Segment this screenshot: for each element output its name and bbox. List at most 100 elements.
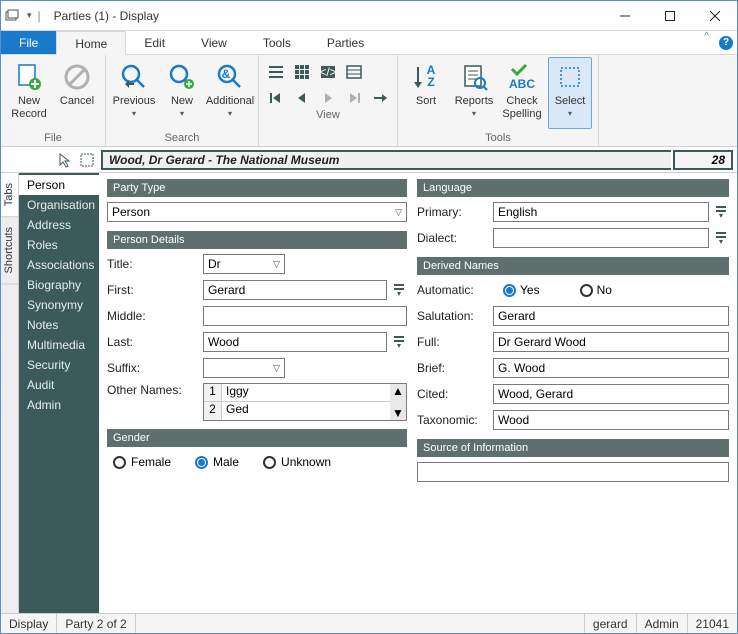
- sort-button[interactable]: AZ Sort: [404, 57, 448, 129]
- side-tab-tabs[interactable]: Tabs: [1, 173, 18, 217]
- nav-item-notes[interactable]: Notes: [19, 315, 99, 335]
- svg-text:&: &: [222, 67, 231, 81]
- view-list-icon[interactable]: [265, 61, 287, 83]
- additional-search-button[interactable]: & Additional▾: [208, 57, 252, 129]
- dialect-lookup-icon[interactable]: [713, 228, 729, 248]
- first-field[interactable]: [203, 280, 387, 300]
- suffix-combo[interactable]: ▽: [203, 358, 285, 378]
- minimize-button[interactable]: [602, 1, 647, 30]
- parties-tab[interactable]: Parties: [309, 31, 382, 54]
- other-names-label: Other Names:: [107, 383, 199, 397]
- primary-lookup-icon[interactable]: [713, 202, 729, 222]
- ribbon-group-search-label: Search: [112, 132, 252, 146]
- window-title: Parties (1) - Display: [48, 9, 602, 23]
- ribbon-tabs: File Home Edit View Tools Parties ^ ?: [1, 31, 737, 55]
- brief-label: Brief:: [417, 361, 489, 375]
- nav-item-biography[interactable]: Biography: [19, 275, 99, 295]
- first-lookup-icon[interactable]: [391, 280, 407, 300]
- list-item[interactable]: 2Ged: [204, 402, 390, 420]
- ribbon-group-tools-label: Tools: [404, 132, 592, 146]
- gender-female[interactable]: Female: [113, 455, 171, 469]
- full-label: Full:: [417, 335, 489, 349]
- new-search-button[interactable]: New▾: [160, 57, 204, 129]
- nav-item-multimedia[interactable]: Multimedia: [19, 335, 99, 355]
- close-button[interactable]: [692, 1, 737, 30]
- nav-item-synonymy[interactable]: Synonymy: [19, 295, 99, 315]
- view-page-icon[interactable]: </>: [317, 61, 339, 83]
- status-version: 21041: [688, 614, 737, 633]
- main-area: Tabs Shortcuts Person Organisation Addre…: [1, 173, 737, 613]
- nav-item-associations[interactable]: Associations: [19, 255, 99, 275]
- svg-text:ABC: ABC: [509, 77, 535, 91]
- taxonomic-field[interactable]: [493, 410, 729, 430]
- ribbon-group-file-label: File: [7, 132, 99, 146]
- nav-item-admin[interactable]: Admin: [19, 395, 99, 415]
- view-details-icon[interactable]: [343, 61, 365, 83]
- selection-icon[interactable]: [79, 152, 95, 168]
- svg-text:</>: </>: [320, 65, 336, 79]
- gender-male[interactable]: Male: [195, 455, 239, 469]
- app-icon: [1, 9, 23, 23]
- nav-last-icon[interactable]: [343, 87, 365, 109]
- status-user: gerard: [585, 614, 637, 633]
- other-names-list[interactable]: 1Iggy 2Ged ▲▼: [203, 383, 407, 421]
- title-label: Title:: [107, 257, 199, 271]
- qat-dropdown-icon[interactable]: ▾: [27, 10, 32, 21]
- new-record-button[interactable]: New Record: [7, 57, 51, 129]
- nav-item-organisation[interactable]: Organisation: [19, 195, 99, 215]
- automatic-no[interactable]: No: [580, 283, 612, 297]
- section-person-details: Person Details: [107, 231, 407, 249]
- reports-button[interactable]: Reports▾: [452, 57, 496, 129]
- cited-field[interactable]: [493, 384, 729, 404]
- file-tab[interactable]: File: [1, 31, 56, 54]
- nav-item-person[interactable]: Person: [19, 175, 99, 195]
- nav-item-roles[interactable]: Roles: [19, 235, 99, 255]
- nav-goto-icon[interactable]: [369, 87, 391, 109]
- view-tab[interactable]: View: [183, 31, 245, 54]
- nav-next-icon[interactable]: [317, 87, 339, 109]
- list-scrollbar[interactable]: ▲▼: [390, 384, 406, 420]
- form-panel: Party Type Person ▽ Person Details Title…: [99, 173, 737, 613]
- home-tab[interactable]: Home: [56, 31, 126, 55]
- select-button[interactable]: Select▾: [548, 57, 592, 129]
- source-field[interactable]: [417, 462, 729, 482]
- help-button[interactable]: ?: [715, 31, 737, 54]
- middle-label: Middle:: [107, 309, 199, 323]
- quick-access-toolbar: ▾ |: [23, 9, 48, 23]
- edit-tab[interactable]: Edit: [126, 31, 183, 54]
- automatic-yes[interactable]: Yes: [503, 283, 540, 297]
- full-field[interactable]: [493, 332, 729, 352]
- svg-text:Z: Z: [427, 75, 434, 89]
- side-tab-shortcuts[interactable]: Shortcuts: [1, 217, 18, 284]
- primary-field[interactable]: [493, 202, 709, 222]
- last-label: Last:: [107, 335, 199, 349]
- list-item[interactable]: 1Iggy: [204, 384, 390, 402]
- salutation-label: Salutation:: [417, 309, 489, 323]
- last-lookup-icon[interactable]: [391, 332, 407, 352]
- chevron-down-icon: ▽: [395, 207, 402, 218]
- section-gender: Gender: [107, 429, 407, 447]
- nav-item-security[interactable]: Security: [19, 355, 99, 375]
- pointer-icon[interactable]: [57, 152, 73, 168]
- salutation-field[interactable]: [493, 306, 729, 326]
- nav-first-icon[interactable]: [265, 87, 287, 109]
- ribbon-collapse-icon[interactable]: ^: [698, 31, 715, 54]
- party-type-combo[interactable]: Person ▽: [107, 202, 407, 222]
- tools-tab[interactable]: Tools: [245, 31, 309, 54]
- title-combo[interactable]: Dr▽: [203, 254, 285, 274]
- nav-item-address[interactable]: Address: [19, 215, 99, 235]
- last-field[interactable]: [203, 332, 387, 352]
- gender-radio-group: Female Male Unknown: [107, 451, 407, 473]
- middle-field[interactable]: [203, 306, 407, 326]
- nav-item-audit[interactable]: Audit: [19, 375, 99, 395]
- check-spelling-button[interactable]: ABC Check Spelling: [500, 57, 544, 129]
- nav-prev-icon[interactable]: [291, 87, 313, 109]
- ribbon-group-search: Previous▾ New▾ & Additional▾ Search: [106, 55, 259, 146]
- gender-unknown[interactable]: Unknown: [263, 455, 331, 469]
- brief-field[interactable]: [493, 358, 729, 378]
- cancel-button[interactable]: Cancel: [55, 57, 99, 129]
- maximize-button[interactable]: [647, 1, 692, 30]
- dialect-field[interactable]: [493, 228, 709, 248]
- previous-search-button[interactable]: Previous▾: [112, 57, 156, 129]
- view-contact-icon[interactable]: [291, 61, 313, 83]
